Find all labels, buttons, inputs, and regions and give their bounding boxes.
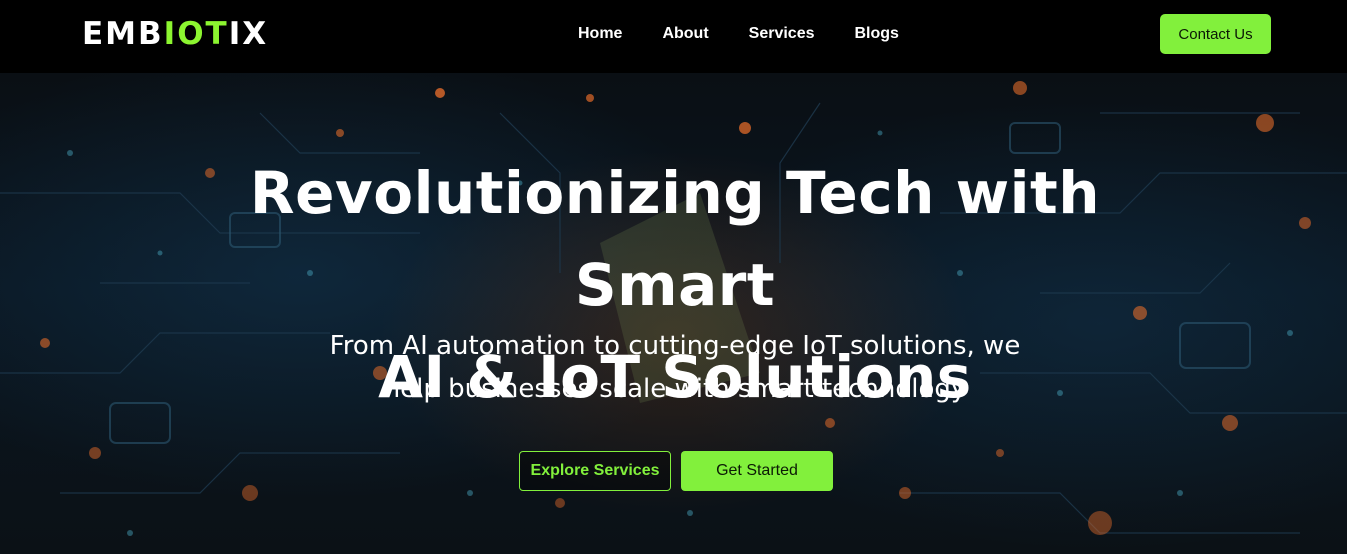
main-nav: Home About Services Blogs — [578, 24, 939, 44]
hero-section: Revolutionizing Tech with Smart AI & IoT… — [0, 73, 1347, 554]
hero-subtitle-line-2: help businesses scale with smart technol… — [383, 374, 967, 404]
hero-subtitle-line-1: From AI automation to cutting-edge IoT s… — [329, 331, 1021, 361]
nav-item-blogs[interactable]: Blogs — [855, 24, 899, 44]
logo-text-accent: IOT — [163, 16, 229, 52]
explore-services-button[interactable]: Explore Services — [519, 451, 671, 491]
hero-cta-group: Explore Services Get Started — [519, 451, 833, 491]
logo-text-right: IX — [228, 16, 269, 52]
hero-subtitle: From AI automation to cutting-edge IoT s… — [275, 325, 1075, 411]
get-started-button[interactable]: Get Started — [681, 451, 833, 491]
nav-item-home[interactable]: Home — [578, 24, 622, 44]
contact-us-button[interactable]: Contact Us — [1160, 14, 1271, 54]
logo-text-left: EMB — [82, 16, 164, 52]
top-navbar: EMB IOT IX Home About Services Blogs Con… — [0, 0, 1347, 73]
nav-item-about[interactable]: About — [662, 24, 708, 44]
hero-title-line-1: Revolutionizing Tech with Smart — [249, 159, 1101, 319]
nav-item-services[interactable]: Services — [749, 24, 815, 44]
brand-logo[interactable]: EMB IOT IX — [82, 16, 269, 52]
